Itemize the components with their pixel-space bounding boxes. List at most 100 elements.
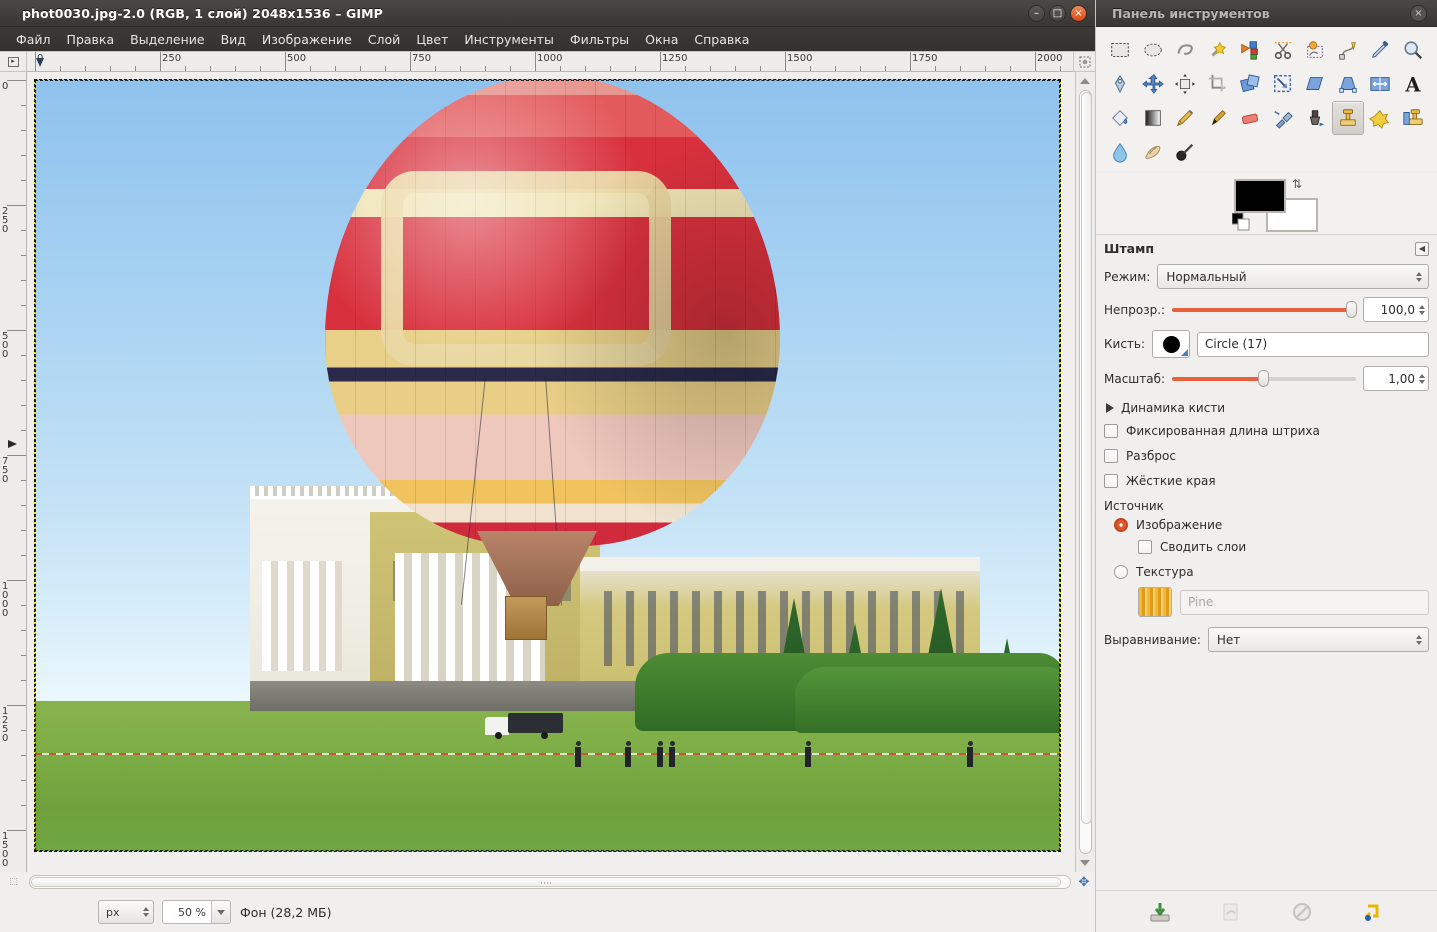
menu-color[interactable]: Цвет — [408, 29, 456, 50]
tool-button-alignment[interactable] — [1169, 67, 1202, 101]
tool-button-zoom[interactable] — [1397, 33, 1430, 67]
scale-numbox[interactable]: 1,00 — [1363, 366, 1429, 391]
tool-button-measure[interactable] — [1104, 67, 1137, 101]
tool-button-paths[interactable] — [1332, 33, 1365, 67]
tool-button-free-select[interactable] — [1169, 33, 1202, 67]
tool-button-foreground-select[interactable] — [1299, 33, 1332, 67]
tool-button-perspective-clone[interactable] — [1397, 101, 1430, 135]
scroll-up-arrow[interactable] — [1080, 78, 1090, 84]
close-button[interactable]: × — [1070, 5, 1087, 22]
jitter-checkbox[interactable] — [1104, 449, 1118, 463]
menu-file[interactable]: Файл — [8, 29, 59, 50]
opacity-slider[interactable] — [1172, 301, 1356, 319]
maximize-button[interactable]: □ — [1049, 5, 1066, 22]
save-options-icon[interactable] — [1147, 899, 1173, 925]
foreground-color-swatch[interactable] — [1234, 179, 1286, 213]
mode-select[interactable]: Нормальный — [1157, 264, 1429, 289]
fixed-stroke-length-checkbox[interactable] — [1104, 424, 1118, 438]
tool-button-heal[interactable] — [1364, 101, 1397, 135]
horizontal-scroll-thumb[interactable] — [31, 877, 1061, 887]
tool-button-scissors-select[interactable] — [1267, 33, 1300, 67]
sample-merged-checkbox[interactable] — [1138, 540, 1152, 554]
tool-button-smudge[interactable] — [1137, 135, 1170, 169]
vertical-ruler[interactable]: 0250500750100012501500 — [0, 72, 27, 872]
navigation-preview-icon[interactable]: ⬚ — [0, 877, 27, 887]
tool-button-move[interactable] — [1137, 67, 1170, 101]
sample-merged-row[interactable]: Сводить слои — [1104, 540, 1429, 554]
pan-icon[interactable]: ✥ — [1073, 875, 1095, 890]
tool-button-dodge-burn[interactable] — [1169, 135, 1202, 169]
alignment-spinner-icon[interactable] — [1416, 635, 1422, 645]
vertical-scroll-thumb[interactable] — [1081, 92, 1092, 824]
opacity-numbox[interactable]: 100,0 — [1363, 297, 1429, 322]
tool-button-paintbrush[interactable] — [1202, 101, 1235, 135]
tool-button-rect-select[interactable] — [1104, 33, 1137, 67]
hard-edges-row[interactable]: Жёсткие края — [1104, 474, 1429, 488]
image-window-titlebar[interactable]: phot0030.jpg-2.0 (RGB, 1 слой) 2048x1536… — [0, 0, 1095, 27]
tool-button-airbrush[interactable] — [1267, 101, 1300, 135]
vertical-scrollbar[interactable] — [1075, 72, 1095, 872]
menu-toggle-button[interactable]: ▸ — [0, 52, 27, 72]
pattern-name-field[interactable]: Pine — [1180, 590, 1429, 615]
brush-preview-button[interactable] — [1152, 330, 1190, 358]
vertical-scroll-track[interactable] — [1079, 90, 1092, 854]
collapse-icon[interactable]: ◀ — [1415, 242, 1429, 256]
menu-view[interactable]: Вид — [213, 29, 254, 50]
jitter-row[interactable]: Разброс — [1104, 449, 1429, 463]
zoom-selector[interactable]: 50 % — [162, 900, 231, 924]
menu-layer[interactable]: Слой — [360, 29, 409, 50]
tool-button-fuzzy-select[interactable] — [1202, 33, 1235, 67]
tool-button-color-picker[interactable] — [1364, 33, 1397, 67]
menu-image[interactable]: Изображение — [254, 29, 360, 50]
tool-button-clone[interactable] — [1332, 101, 1365, 135]
unit-spinner-icon[interactable] — [143, 907, 149, 917]
zoom-dropdown-button[interactable] — [211, 901, 230, 923]
photo-canvas[interactable] — [35, 80, 1060, 851]
pattern-preview-button[interactable] — [1138, 587, 1172, 617]
tool-button-bucket-fill[interactable] — [1104, 101, 1137, 135]
tool-button-eraser[interactable] — [1234, 101, 1267, 135]
scale-slider[interactable] — [1172, 370, 1356, 388]
tool-button-pencil[interactable] — [1169, 101, 1202, 135]
horizontal-ruler[interactable]: 025050075010001250150017502000 — [27, 52, 1073, 72]
tool-button-scale[interactable] — [1267, 67, 1300, 101]
opacity-spinner-icon[interactable] — [1419, 305, 1425, 315]
zoom-value[interactable]: 50 % — [163, 901, 211, 923]
menu-edit[interactable]: Правка — [59, 29, 123, 50]
toolbox-close-button[interactable]: × — [1410, 5, 1427, 22]
toolbox-titlebar[interactable]: Панель инструментов × — [1096, 0, 1437, 27]
hard-edges-checkbox[interactable] — [1104, 474, 1118, 488]
tool-button-select-by-color[interactable] — [1234, 33, 1267, 67]
source-image-row[interactable]: Изображение — [1104, 518, 1429, 532]
canvas-area[interactable] — [27, 72, 1075, 872]
source-image-radio[interactable] — [1114, 518, 1128, 532]
menu-help[interactable]: Справка — [686, 29, 757, 50]
horizontal-scrollbar[interactable]: ⬚ ✥ — [0, 872, 1095, 892]
source-pattern-row[interactable]: Текстура — [1104, 565, 1429, 579]
tool-button-flip[interactable] — [1364, 67, 1397, 101]
tool-button-ink[interactable] — [1299, 101, 1332, 135]
horizontal-scroll-track[interactable] — [29, 875, 1071, 889]
minimize-button[interactable]: – — [1028, 5, 1045, 22]
menu-filters[interactable]: Фильтры — [562, 29, 637, 50]
scroll-down-arrow[interactable] — [1080, 860, 1090, 866]
unit-selector[interactable]: px — [98, 900, 154, 924]
brush-name-field[interactable]: Circle (17) — [1197, 332, 1429, 357]
mode-spinner-icon[interactable] — [1416, 272, 1422, 282]
tool-button-perspective[interactable] — [1332, 67, 1365, 101]
menu-select[interactable]: Выделение — [122, 29, 212, 50]
swap-colors-icon[interactable]: ⇅ — [1292, 177, 1302, 191]
tool-button-crop[interactable] — [1202, 67, 1235, 101]
quickmask-toggle-button[interactable] — [1073, 52, 1095, 72]
menu-windows[interactable]: Окна — [637, 29, 686, 50]
reset-options-icon[interactable] — [1360, 899, 1386, 925]
alignment-select[interactable]: Нет — [1208, 627, 1429, 652]
fixed-stroke-length-row[interactable]: Фиксированная длина штриха — [1104, 424, 1429, 438]
tool-button-blur-sharpen[interactable] — [1104, 135, 1137, 169]
tool-button-text[interactable]: A — [1397, 67, 1430, 101]
tool-button-rotate[interactable] — [1234, 67, 1267, 101]
scale-spinner-icon[interactable] — [1419, 374, 1425, 384]
tool-button-gradient[interactable] — [1137, 101, 1170, 135]
reset-colors-icon[interactable] — [1232, 213, 1250, 235]
brush-dynamics-expander[interactable]: Динамика кисти — [1106, 401, 1429, 415]
